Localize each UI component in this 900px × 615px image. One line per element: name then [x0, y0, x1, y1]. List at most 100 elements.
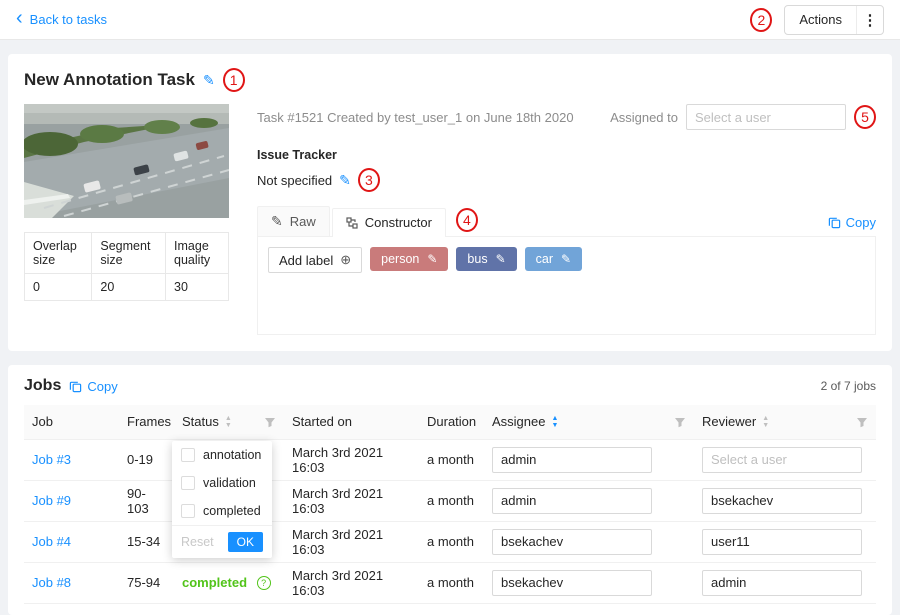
jobs-card: Jobs Copy 2 of 7 jobs Job Frames Status … — [8, 365, 892, 615]
job-frames: 75-94 — [119, 562, 174, 603]
job-row: Job #3 0-19 March 3rd 2021 16:03 a month — [24, 439, 876, 480]
constructor-icon — [346, 217, 358, 229]
job-assignee-select[interactable] — [492, 570, 652, 596]
reviewer-sorter[interactable]: ▲▼ — [762, 415, 769, 429]
copy-jobs-link[interactable]: Copy — [69, 379, 117, 394]
actions-button[interactable]: Actions ⋮ — [784, 5, 884, 35]
copy-icon — [828, 216, 841, 229]
annotation-circle-1: 1 — [223, 68, 245, 92]
label-chip-bus[interactable]: bus ✎ — [456, 247, 516, 271]
job-link[interactable]: Job #8 — [32, 575, 71, 590]
edit-issue-tracker-icon[interactable]: ✎ — [339, 172, 351, 189]
job-duration: a month — [419, 480, 484, 521]
checkbox-annotation[interactable] — [181, 448, 195, 462]
edit-label-icon[interactable]: ✎ — [496, 252, 506, 266]
checkbox-validation[interactable] — [181, 476, 195, 490]
issue-tracker-row: Not specified ✎ 3 — [257, 168, 876, 192]
col-frames: Frames — [119, 405, 174, 439]
filter-footer: Reset OK — [172, 525, 272, 558]
job-assignee-select[interactable] — [492, 529, 652, 555]
param-header-quality: Image quality — [166, 233, 229, 274]
task-left-column: Overlap size Segment size Image quality … — [24, 104, 229, 335]
param-header-segment: Segment size — [92, 233, 166, 274]
more-menu-icon[interactable]: ⋮ — [857, 11, 883, 29]
topbar-right: 2 Actions ⋮ — [750, 5, 884, 35]
job-started: March 3rd 2021 16:03 — [284, 439, 419, 480]
job-row: Job #8 75-94 completed ? March 3rd 2021 … — [24, 562, 876, 603]
jobs-table-header-row: Job Frames Status ▲▼ Started on Duration — [24, 405, 876, 439]
copy-icon — [69, 380, 82, 393]
job-link[interactable]: Job #3 — [32, 452, 71, 467]
status-sorter[interactable]: ▲▼ — [225, 415, 232, 429]
status-filter-icon[interactable] — [264, 416, 276, 428]
jobs-table: Job Frames Status ▲▼ Started on Duration — [24, 405, 876, 604]
jobs-count: 2 of 7 jobs — [821, 379, 876, 393]
labels-tabs: ✎ Raw Constructor 4 Copy — [257, 206, 876, 237]
col-status-label: Status — [182, 414, 219, 429]
task-assignee-select[interactable] — [686, 104, 846, 130]
job-reviewer-select[interactable] — [702, 447, 862, 473]
col-duration: Duration — [419, 405, 484, 439]
job-frames: 15-34 — [119, 521, 174, 562]
checkbox-completed[interactable] — [181, 504, 195, 518]
annotation-circle-4: 4 — [456, 208, 478, 232]
job-link[interactable]: Job #9 — [32, 493, 71, 508]
job-link[interactable]: Job #4 — [32, 534, 71, 549]
tab-raw-label: Raw — [290, 214, 316, 229]
back-to-tasks-link[interactable]: ‹ Back to tasks — [16, 11, 107, 28]
filter-ok-button[interactable]: OK — [228, 532, 263, 552]
job-duration: a month — [419, 562, 484, 603]
labels-constructor-panel: Add label ⊕ person ✎ bus ✎ car ✎ — [257, 237, 876, 335]
param-value-quality: 30 — [166, 274, 229, 301]
task-meta-text: Task #1521 Created by test_user_1 on Jun… — [257, 110, 574, 125]
job-status-completed: completed — [182, 575, 247, 590]
job-reviewer-select[interactable] — [702, 488, 862, 514]
reviewer-filter-icon[interactable] — [856, 416, 868, 428]
assignee-filter-icon[interactable] — [674, 416, 686, 428]
job-reviewer-select[interactable] — [702, 529, 862, 555]
assignee-sorter[interactable]: ▲▼ — [551, 415, 558, 429]
label-chip-person[interactable]: person ✎ — [370, 247, 448, 271]
label-chip-bus-name: bus — [467, 252, 487, 266]
chevron-left-icon: ‹ — [16, 8, 23, 28]
label-chip-car[interactable]: car ✎ — [525, 247, 582, 271]
job-row: Job #9 90-103 March 3rd 2021 16:03 a mon… — [24, 480, 876, 521]
filter-option-annotation[interactable]: annotation — [172, 441, 272, 469]
tab-raw[interactable]: ✎ Raw — [257, 206, 330, 236]
add-label-button[interactable]: Add label ⊕ — [268, 247, 362, 273]
add-label-text: Add label — [279, 253, 333, 268]
param-value-segment: 20 — [92, 274, 166, 301]
job-assignee-select[interactable] — [492, 488, 652, 514]
copy-labels-link[interactable]: Copy — [828, 215, 876, 230]
filter-option-annotation-label: annotation — [203, 448, 261, 462]
tab-constructor[interactable]: Constructor — [332, 208, 446, 237]
copy-labels-label: Copy — [846, 215, 876, 230]
job-duration: a month — [419, 439, 484, 480]
plus-circle-icon: ⊕ — [340, 252, 351, 268]
col-started: Started on — [284, 405, 419, 439]
job-reviewer-select[interactable] — [702, 570, 862, 596]
task-details-card: New Annotation Task ✎ 1 — [8, 54, 892, 351]
label-chip-person-name: person — [381, 252, 419, 266]
job-assignee-select[interactable] — [492, 447, 652, 473]
task-title: New Annotation Task — [24, 70, 195, 90]
issue-tracker-label: Issue Tracker — [257, 148, 876, 162]
filter-option-completed[interactable]: completed — [172, 497, 272, 525]
edit-label-icon[interactable]: ✎ — [561, 252, 571, 266]
traffic-scene-graphic — [24, 104, 229, 218]
task-body: Overlap size Segment size Image quality … — [24, 104, 876, 335]
col-assignee: Assignee ▲▼ — [484, 405, 694, 439]
status-info-icon[interactable]: ? — [257, 576, 271, 590]
assigned-to-group: Assigned to 5 — [610, 104, 876, 130]
job-started: March 3rd 2021 16:03 — [284, 562, 419, 603]
filter-option-validation[interactable]: validation — [172, 469, 272, 497]
col-job: Job — [24, 405, 119, 439]
task-right-column: Task #1521 Created by test_user_1 on Jun… — [257, 104, 876, 335]
filter-reset-button[interactable]: Reset — [181, 535, 214, 549]
col-status: Status ▲▼ — [174, 405, 284, 439]
issue-tracker-value: Not specified — [257, 173, 332, 188]
filter-option-completed-label: completed — [203, 504, 261, 518]
topbar: ‹ Back to tasks 2 Actions ⋮ — [0, 0, 900, 40]
edit-label-icon[interactable]: ✎ — [427, 252, 437, 266]
edit-task-name-icon[interactable]: ✎ — [203, 72, 215, 89]
